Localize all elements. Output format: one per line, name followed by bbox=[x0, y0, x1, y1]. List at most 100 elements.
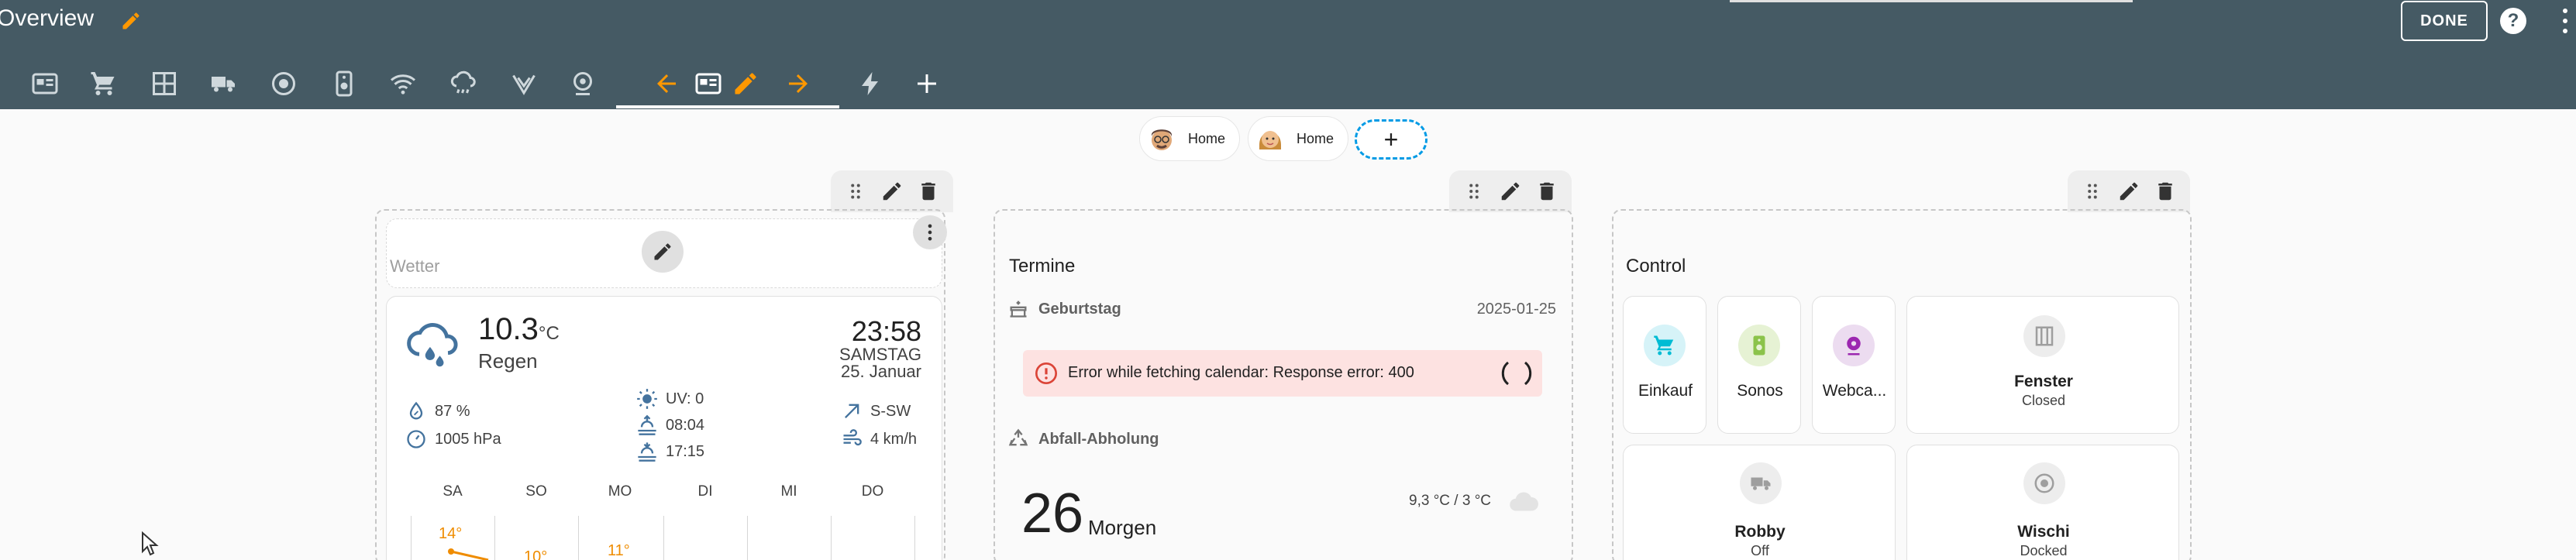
weather-rain-icon bbox=[404, 318, 461, 376]
search-bar-edge bbox=[1730, 0, 2133, 2]
sunset-icon bbox=[636, 441, 658, 462]
humidity-value: 87 % bbox=[435, 402, 470, 420]
card-menu-more-icon[interactable] bbox=[913, 215, 947, 249]
tab-window-grid-icon[interactable] bbox=[141, 58, 188, 109]
tab-webcam-icon[interactable] bbox=[560, 58, 606, 109]
edit-column-pencil-icon[interactable] bbox=[879, 178, 905, 204]
wind-direction-arrow-icon bbox=[841, 400, 863, 422]
section-chip-home-2[interactable]: Home bbox=[1248, 116, 1349, 161]
delete-column-trash-icon[interactable] bbox=[2152, 178, 2178, 204]
tile-name: Robby bbox=[1734, 523, 1786, 541]
add-section-button[interactable]: + bbox=[1355, 119, 1427, 160]
edit-title-pencil-icon[interactable] bbox=[118, 8, 144, 34]
recycle-icon bbox=[1007, 428, 1029, 449]
tile-state: Docked bbox=[2020, 543, 2068, 558]
uv-row: UV: 0 bbox=[636, 388, 704, 410]
drag-handle-icon[interactable] bbox=[842, 178, 869, 204]
weather-heading-placeholder: Wetter bbox=[390, 256, 440, 276]
wind-speed-value: 4 km/h bbox=[870, 430, 918, 448]
tile-wischi[interactable]: Wischi Docked bbox=[1906, 445, 2179, 560]
forecast-day-label: MI bbox=[780, 483, 797, 500]
weather-forecast-card[interactable]: 10.3°C Regen 23:58 SAMSTAG 25. Januar 87… bbox=[386, 296, 942, 560]
forecast-grid-line bbox=[747, 516, 748, 560]
calendar-card-title: Termine bbox=[1009, 256, 1076, 277]
section-chip-label: Home bbox=[1188, 130, 1226, 146]
tab-weather-rain-icon[interactable] bbox=[440, 58, 487, 109]
mouse-cursor-icon bbox=[142, 531, 159, 556]
cloud-icon bbox=[1508, 486, 1541, 519]
sunrise-row: 08:04 bbox=[636, 414, 704, 436]
edit-heading-pencil-icon[interactable] bbox=[642, 231, 684, 273]
tile-sonos[interactable]: Sonos bbox=[1717, 296, 1801, 434]
tile-robby[interactable]: Robby Off bbox=[1623, 445, 1896, 560]
wind-icon bbox=[841, 428, 863, 450]
tile-name: Webca... bbox=[1822, 382, 1887, 400]
move-view-left-arrow-icon[interactable] bbox=[643, 58, 690, 109]
forecast-day-label: DI bbox=[697, 483, 713, 500]
tab-card-icon[interactable] bbox=[22, 58, 68, 109]
wind-speed-row: 4 km/h bbox=[841, 428, 917, 450]
birthday-date: 2025-01-25 bbox=[1476, 301, 1556, 318]
loading-spinner-icon bbox=[1499, 358, 1534, 389]
tab-robot-vacuum-icon[interactable] bbox=[260, 58, 307, 109]
forecast-day-label: SA bbox=[443, 483, 463, 500]
forecast-grid-line bbox=[831, 516, 832, 560]
tile-webcam[interactable]: Webca... bbox=[1812, 296, 1896, 434]
tile-name: Fenster bbox=[2014, 373, 2073, 390]
tab-lightning-icon[interactable] bbox=[848, 58, 894, 109]
cake-icon bbox=[1007, 297, 1029, 319]
robot-vacuum-icon bbox=[2023, 462, 2065, 504]
column-toolbar-3 bbox=[2068, 170, 2190, 212]
cart-icon bbox=[1644, 325, 1686, 366]
window-icon bbox=[2023, 315, 2065, 357]
tab-truck-icon[interactable] bbox=[200, 58, 246, 109]
move-view-right-arrow-icon[interactable] bbox=[775, 58, 821, 109]
next-event-day-word: Morgen bbox=[1088, 516, 1157, 539]
webcam-icon bbox=[1833, 325, 1875, 366]
next-event-forecast: 9,3 °C / 3 °C bbox=[1409, 493, 1492, 509]
tab-wifi-icon[interactable] bbox=[380, 58, 426, 109]
edit-column-pencil-icon[interactable] bbox=[2116, 178, 2142, 204]
column-toolbar-2 bbox=[1449, 170, 1572, 212]
tab-antenna-icon[interactable] bbox=[501, 58, 547, 109]
column-toolbar-1 bbox=[831, 170, 953, 212]
uv-value: UV: 0 bbox=[666, 390, 704, 407]
temperature-unit: °C bbox=[538, 323, 560, 344]
sunset-value: 17:15 bbox=[666, 442, 705, 460]
forecast-high: 14° bbox=[439, 525, 463, 542]
tile-einkauf[interactable]: Einkauf bbox=[1623, 296, 1706, 434]
edit-column-pencil-icon[interactable] bbox=[1497, 178, 1524, 204]
section-chip-home-1[interactable]: Home bbox=[1139, 116, 1241, 161]
pressure-row: 1005 hPa bbox=[405, 428, 501, 450]
truck-icon bbox=[1740, 462, 1782, 504]
current-temperature: 10.3 bbox=[478, 312, 539, 346]
tile-fenster[interactable]: Fenster Closed bbox=[1906, 296, 2179, 434]
edit-view-pencil-icon[interactable] bbox=[722, 58, 769, 109]
error-icon bbox=[1034, 361, 1059, 386]
weather-condition: Regen bbox=[478, 349, 538, 373]
control-card-title: Control bbox=[1626, 256, 1686, 277]
tile-name: Sonos bbox=[1737, 382, 1783, 400]
pressure-value: 1005 hPa bbox=[435, 430, 501, 448]
done-button[interactable]: DONE bbox=[2401, 1, 2488, 41]
forecast-grid-line bbox=[411, 516, 412, 560]
drag-handle-icon[interactable] bbox=[1461, 178, 1487, 204]
tab-speaker-icon[interactable] bbox=[321, 58, 367, 109]
delete-column-trash-icon[interactable] bbox=[1534, 178, 1560, 204]
tab-cart-icon[interactable] bbox=[81, 58, 127, 109]
sunset-row: 17:15 bbox=[636, 441, 704, 462]
gauge-icon bbox=[405, 428, 427, 450]
top-app-bar: Overview DONE ? bbox=[0, 0, 2576, 109]
drag-handle-icon[interactable] bbox=[2079, 178, 2106, 204]
add-view-plus-icon[interactable] bbox=[904, 58, 950, 109]
more-vert-icon[interactable] bbox=[2557, 6, 2573, 36]
delete-column-trash-icon[interactable] bbox=[915, 178, 942, 204]
help-icon[interactable]: ? bbox=[2500, 8, 2526, 34]
error-message: Error while fetching calendar: Response … bbox=[1068, 364, 1414, 381]
wind-direction-value: S-SW bbox=[870, 402, 911, 420]
forecast-day-label: MO bbox=[608, 483, 632, 500]
calendar-error-alert: Error while fetching calendar: Response … bbox=[1023, 350, 1542, 397]
sunrise-icon bbox=[636, 414, 658, 436]
forecast-day-label: SO bbox=[525, 483, 547, 500]
tile-name: Wischi bbox=[2017, 523, 2070, 541]
